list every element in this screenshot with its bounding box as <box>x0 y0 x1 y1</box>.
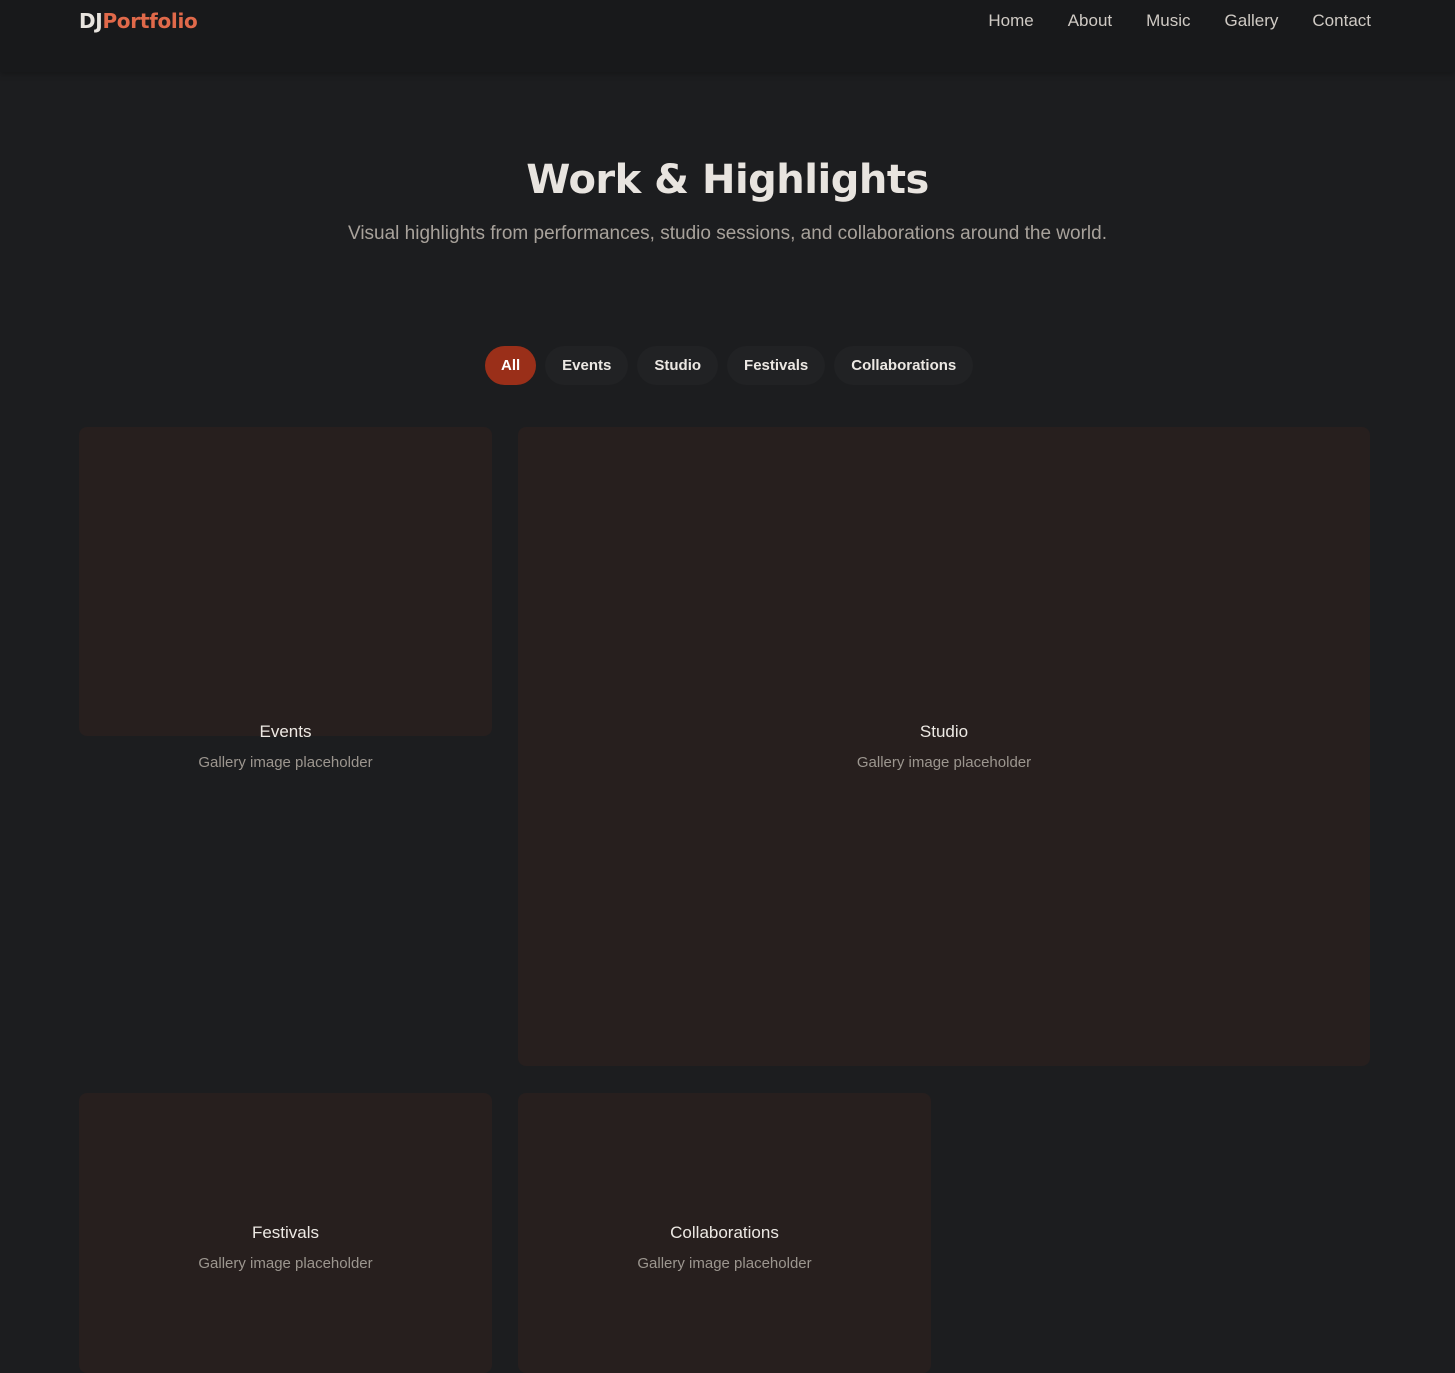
gallery-caption-festivals: Festivals Gallery image placeholder <box>79 1221 492 1275</box>
gallery-tile-events[interactable] <box>79 427 492 736</box>
gallery-item-title: Festivals <box>251 1223 320 1242</box>
filter-studio[interactable]: Studio <box>637 346 719 385</box>
filter-all[interactable]: All <box>485 346 537 385</box>
gallery-item-caption: Gallery image placeholder <box>198 754 373 771</box>
gallery-item-title: Studio <box>919 722 969 741</box>
gallery-item-caption: Gallery image placeholder <box>637 1255 812 1272</box>
logo-prefix: DJ <box>79 9 103 33</box>
gallery-item-title: Collaborations <box>670 1223 779 1242</box>
page-subtitle: Visual highlights from performances, stu… <box>347 223 1107 244</box>
gallery-caption-studio: Studio Gallery image placeholder <box>518 720 1370 774</box>
filter-events[interactable]: Events <box>545 346 629 385</box>
main-nav: Home About Music Gallery Contact <box>988 9 1371 33</box>
nav-link-about[interactable]: About <box>1068 9 1112 33</box>
page-title: Work & Highlights <box>526 157 929 203</box>
filter-collaborations[interactable]: Collaborations <box>834 346 974 385</box>
gallery-item-title: Events <box>259 722 312 741</box>
gallery-item-caption: Gallery image placeholder <box>856 754 1032 771</box>
nav-link-gallery[interactable]: Gallery <box>1225 9 1279 33</box>
logo-accent: Portfolio <box>102 9 198 33</box>
filter-festivals[interactable]: Festivals <box>727 346 826 385</box>
gallery-item-caption: Gallery image placeholder <box>198 1255 373 1272</box>
nav-link-contact[interactable]: Contact <box>1312 9 1371 33</box>
site-logo[interactable]: DJPortfolio <box>79 8 198 34</box>
gallery-caption-events: Events Gallery image placeholder <box>79 720 492 774</box>
nav-link-home[interactable]: Home <box>988 9 1033 33</box>
top-navbar: DJPortfolio Home About Music Gallery Con… <box>0 0 1455 72</box>
gallery-filter-bar: All Events Studio Festivals Collaboratio… <box>485 346 974 385</box>
gallery-caption-collaborations: Collaborations Gallery image placeholder <box>518 1221 931 1275</box>
nav-link-music[interactable]: Music <box>1146 9 1190 33</box>
